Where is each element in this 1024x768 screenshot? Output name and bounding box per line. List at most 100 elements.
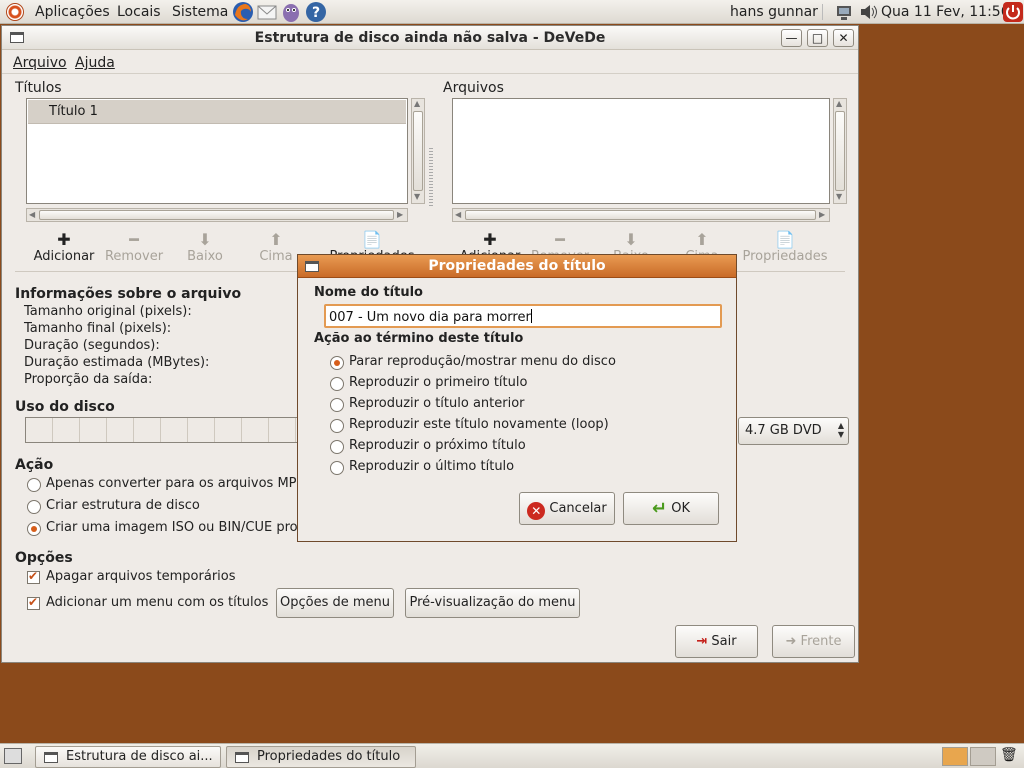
cancel-label: Cancelar [549,501,607,516]
task-main-window[interactable]: Estrutura de disco ai... [35,746,221,768]
titles-vscroll-thumb[interactable] [413,111,423,191]
add-icon: ✚ [483,230,497,249]
end-action-radio-last[interactable] [330,461,344,475]
scroll-right-arrow-icon[interactable]: ▶ [397,210,403,219]
show-desktop-icon[interactable] [4,748,22,764]
titles-vscrollbar[interactable]: ▲ ▼ [411,98,425,204]
scroll-right-arrow-icon[interactable]: ▶ [819,210,825,219]
files-hscroll-thumb[interactable] [465,210,816,220]
pane-divider-handle[interactable] [429,146,433,206]
titles-add-button[interactable]: ✚ Adicionar [29,231,99,265]
window-icon [44,752,58,763]
main-titlebar[interactable]: Estrutura de disco ainda não salva - DeV… [2,26,858,50]
quit-icon: ⇥ [696,634,708,649]
mail-icon[interactable] [256,1,278,23]
network-icon[interactable] [833,1,855,23]
delete-temp-checkbox[interactable] [27,569,40,584]
action-radio-mpeg[interactable] [27,478,41,492]
titles-remove-button[interactable]: ━ Remover [99,231,169,265]
titles-down-button[interactable]: ⬇ Baixo [170,230,240,265]
scroll-left-arrow-icon[interactable]: ◀ [455,210,461,219]
end-action-radio-next[interactable] [330,440,344,454]
files-vscrollbar[interactable]: ▲ ▼ [833,98,847,204]
clock[interactable]: Qua 11 Fev, 11:56 [881,4,1010,20]
files-hscrollbar[interactable]: ◀ ▶ [452,208,830,222]
title-name-input[interactable]: 007 - Um novo dia para morrer [324,304,722,328]
panel-separator [822,4,823,20]
action-label-iso[interactable]: Criar uma imagem ISO ou BIN/CUE pronta [46,520,299,535]
forward-button[interactable]: ➜ Frente [772,625,855,658]
cancel-button[interactable]: ✕ Cancelar [519,492,615,525]
titles-hscroll-thumb[interactable] [39,210,394,220]
end-action-label-loop[interactable]: Reproduzir este título novamente (loop) [349,417,609,432]
disk-type-select[interactable]: 4.7 GB DVD ▲ ▼ [738,417,849,445]
file-info-heading: Informações sobre o arquivo [15,286,242,302]
user-name[interactable]: hans gunnar [730,4,818,20]
files-properties-button[interactable]: 📄 Propriedades [737,231,833,265]
action-radio-iso[interactable] [27,522,41,536]
title-row[interactable]: Título 1 [28,100,406,124]
help-icon[interactable]: ? [305,1,327,23]
scroll-down-arrow-icon[interactable]: ▼ [836,192,842,201]
dialog-titlebar[interactable]: Propriedades do título [298,255,736,278]
titles-hscrollbar[interactable]: ◀ ▶ [26,208,408,222]
delete-temp-label[interactable]: Apagar arquivos temporários [46,569,236,584]
scroll-down-arrow-icon[interactable]: ▼ [414,192,420,201]
files-list[interactable] [452,98,830,204]
files-properties-label: Propriedades [742,249,828,264]
end-action-label-last[interactable]: Reproduzir o último título [349,459,514,474]
menu-preview-button[interactable]: Pré-visualização do menu [405,588,580,618]
final-size-label: Tamanho final (pixels): [24,321,172,336]
end-action-radio-previous[interactable] [330,398,344,412]
end-action-label-previous[interactable]: Reproduzir o título anterior [349,396,525,411]
titles-list[interactable]: Título 1 [26,98,408,204]
scroll-up-arrow-icon[interactable]: ▲ [414,99,420,108]
trash-icon[interactable]: 🗑 [1000,747,1020,766]
forward-icon: ➜ [785,634,797,649]
workspace-2[interactable] [970,747,996,766]
scroll-up-arrow-icon[interactable]: ▲ [836,99,842,108]
original-size-label: Tamanho original (pixels): [24,304,192,319]
action-label-structure[interactable]: Criar estrutura de disco [46,498,200,513]
disk-usage-heading: Uso do disco [15,399,115,415]
ok-button[interactable]: ↵ OK [623,492,719,525]
task-dialog[interactable]: Propriedades do título [226,746,416,768]
text-caret [530,309,532,323]
aspect-label: Proporção da saída: [24,372,153,387]
end-action-label-next[interactable]: Reproduzir o próximo título [349,438,526,453]
end-action-label-first[interactable]: Reproduzir o primeiro título [349,375,527,390]
volume-icon[interactable] [858,1,880,23]
menu-system[interactable]: Sistema [172,4,228,20]
menubar-separator [2,73,858,74]
menu-applications[interactable]: Aplicações [35,4,110,20]
ubuntu-logo-icon[interactable] [6,3,24,21]
titles-add-label: Adicionar [33,249,95,264]
menu-file[interactable]: Arquivo [13,55,67,71]
quit-button[interactable]: ⇥ Sair [675,625,758,658]
estimated-size-label: Duração estimada (MBytes): [24,355,210,370]
action-radio-structure[interactable] [27,500,41,514]
menu-help[interactable]: Ajuda [75,55,115,71]
arrow-down-icon: ⬇ [198,230,212,249]
dialog-title: Propriedades do título [428,258,606,274]
maximize-button[interactable]: □ [807,29,828,47]
scroll-left-arrow-icon[interactable]: ◀ [29,210,35,219]
firefox-icon[interactable] [232,1,254,23]
minimize-button[interactable]: — [781,29,802,47]
end-action-radio-first[interactable] [330,377,344,391]
menu-options-button[interactable]: Opções de menu [276,588,394,618]
workspace-1[interactable] [942,747,968,766]
end-action-radio-stop[interactable] [330,356,344,370]
action-label-mpeg[interactable]: Apenas converter para os arquivos MPEG [46,476,299,491]
duration-label: Duração (segundos): [24,338,160,353]
close-button[interactable]: ✕ [833,29,854,47]
menu-places[interactable]: Locais [117,4,161,20]
end-action-radio-loop[interactable] [330,419,344,433]
arrow-down-icon: ⬇ [624,230,638,249]
files-vscroll-thumb[interactable] [835,111,845,191]
power-icon[interactable] [1002,1,1024,23]
pidgin-icon[interactable] [280,1,302,23]
add-menu-checkbox[interactable] [27,595,40,610]
add-menu-label[interactable]: Adicionar um menu com os títulos [46,595,268,610]
end-action-label-stop[interactable]: Parar reprodução/mostrar menu do disco [349,354,616,369]
